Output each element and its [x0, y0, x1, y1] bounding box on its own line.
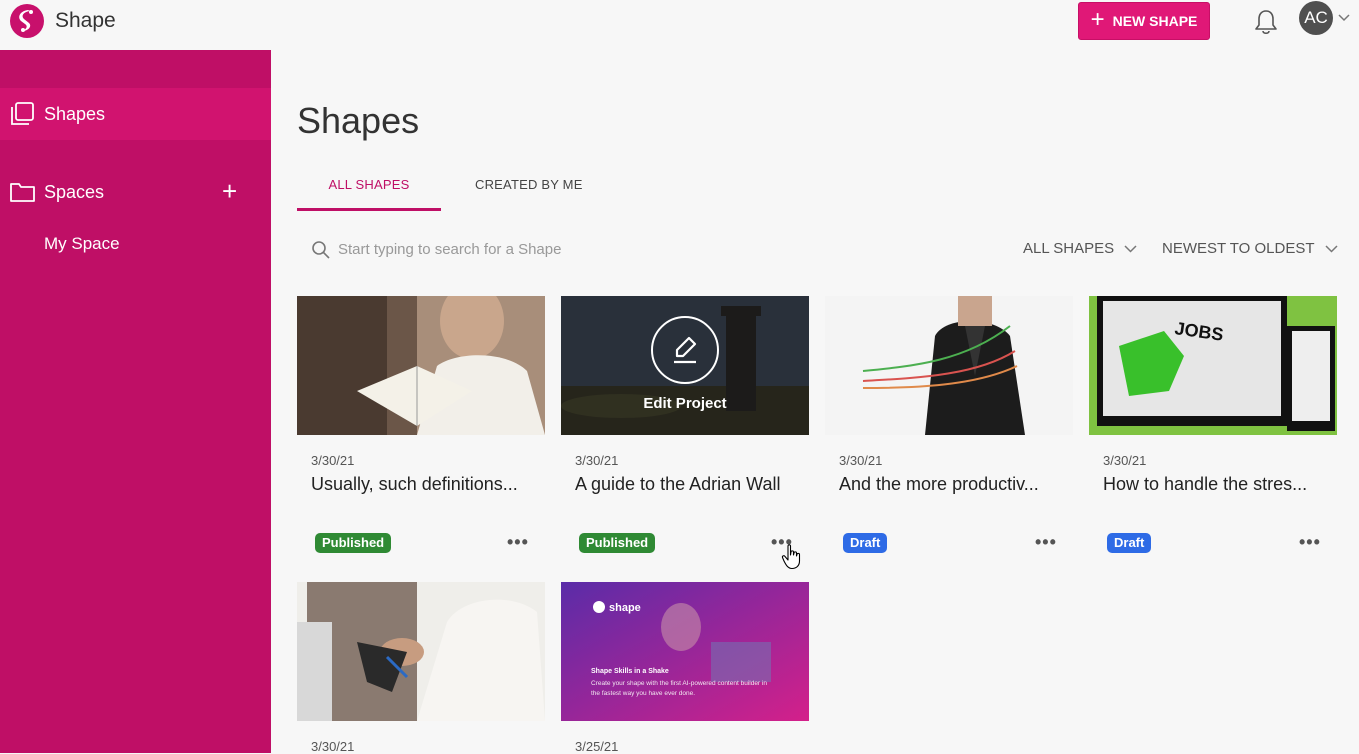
status-badge: Published — [579, 533, 656, 553]
shape-logo[interactable] — [10, 4, 44, 38]
search-icon — [312, 241, 330, 259]
new-shape-button[interactable]: + NEW SHAPE — [1078, 2, 1210, 40]
status-badge: Draft — [843, 533, 888, 553]
type-filter-label: ALL SHAPES — [1023, 240, 1115, 257]
card-date: 3/30/21 — [1103, 453, 1147, 468]
bell-icon[interactable] — [1253, 8, 1279, 36]
add-space-icon[interactable]: + — [222, 176, 237, 207]
card-thumbnail[interactable] — [825, 296, 1073, 435]
sidebar-item-spaces[interactable]: Spaces + — [0, 166, 271, 218]
new-shape-label: NEW SHAPE — [1112, 13, 1198, 29]
card-title[interactable]: Usually, such definitions... — [311, 474, 518, 495]
brand-name: Shape — [55, 9, 116, 32]
sidebar-subitem-my-space[interactable]: My Space — [44, 234, 120, 254]
thumb-text: Create your shape with the first AI-powe… — [591, 680, 767, 697]
status-badge: Draft — [1107, 533, 1152, 553]
status-badge: Published — [315, 533, 392, 553]
card-date: 3/30/21 — [575, 453, 619, 468]
sidebar: Shapes Spaces + My Space — [0, 50, 271, 753]
card-thumbnail[interactable] — [297, 296, 545, 435]
card-date: 3/30/21 — [311, 453, 355, 468]
card-title[interactable]: How to handle the stres... — [1103, 474, 1307, 495]
card-title[interactable]: A guide to the Adrian Wall — [575, 474, 780, 495]
thumb-brand: shape — [609, 602, 641, 614]
card-thumbnail[interactable]: shape Shape Skills in a Shake Create you… — [561, 582, 809, 721]
card-date: 3/30/21 — [839, 453, 883, 468]
chevron-down-icon[interactable] — [1338, 14, 1350, 22]
sidebar-item-label: Shapes — [44, 103, 106, 124]
sidebar-item-label: Spaces — [44, 181, 105, 202]
chevron-down-icon — [1124, 244, 1137, 253]
more-options-icon[interactable]: ••• — [1035, 532, 1057, 553]
sort-dropdown[interactable]: NEWEST TO OLDEST — [1162, 240, 1338, 257]
card-date: 3/25/21 — [575, 739, 619, 754]
avatar[interactable]: AC — [1299, 1, 1333, 35]
edit-pencil-icon[interactable] — [651, 316, 719, 384]
card-thumbnail[interactable] — [297, 582, 545, 721]
edit-project-label[interactable]: Edit Project — [561, 395, 809, 412]
shapes-icon — [10, 102, 36, 131]
tab-created-by-me[interactable]: CREATED BY ME — [475, 177, 583, 192]
more-options-icon[interactable]: ••• — [507, 532, 529, 553]
card-date: 3/30/21 — [311, 739, 355, 754]
chevron-down-icon — [1325, 244, 1338, 253]
card-title[interactable]: And the more productiv... — [839, 474, 1039, 495]
page-title: Shapes — [297, 100, 420, 141]
more-options-icon[interactable]: ••• — [1299, 532, 1321, 553]
type-filter-dropdown[interactable]: ALL SHAPES — [1023, 240, 1137, 257]
plus-icon: + — [1090, 5, 1105, 33]
hand-cursor-icon — [781, 544, 801, 570]
sidebar-item-shapes[interactable]: Shapes — [0, 88, 271, 140]
folder-icon — [10, 180, 36, 209]
tab-all-shapes[interactable]: ALL SHAPES — [297, 177, 441, 211]
sort-label: NEWEST TO OLDEST — [1162, 240, 1315, 257]
card-thumbnail[interactable]: JOBS — [1089, 296, 1337, 435]
card-thumbnail[interactable]: Edit Project — [561, 296, 809, 435]
thumb-heading: Shape Skills in a Shake — [591, 668, 669, 675]
search-input[interactable] — [338, 238, 738, 260]
top-bar: Shape + NEW SHAPE AC — [0, 0, 1359, 50]
